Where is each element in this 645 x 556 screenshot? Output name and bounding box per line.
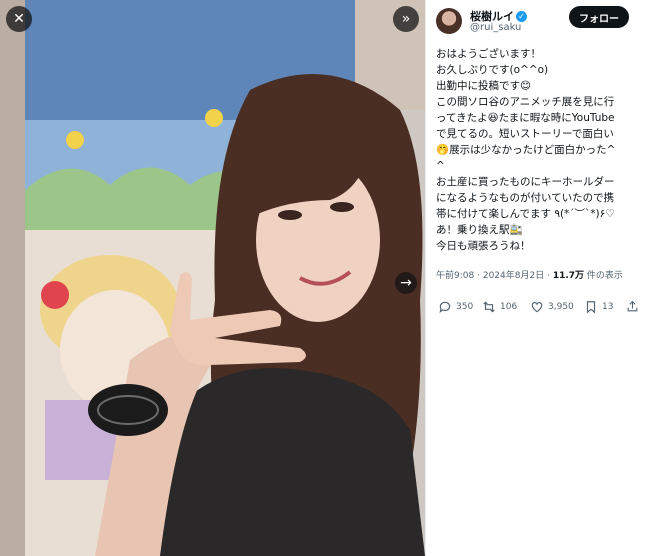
chevron-double-right-icon: » <box>401 11 411 27</box>
close-icon: ✕ <box>13 11 25 27</box>
post-header: 桜樹ルイ ✓ @rui_saku フォロー <box>436 6 641 42</box>
avatar[interactable] <box>436 8 462 34</box>
post-meta: 午前9:08 · 2024年8月2日 · 11.7万 件の表示 <box>436 271 623 281</box>
post-line: お土産に買ったものにキーホールダー <box>436 176 615 188</box>
share-button[interactable] <box>626 300 639 313</box>
view-label: 件の表示 <box>586 271 623 281</box>
repost-button[interactable]: 106 <box>482 300 517 314</box>
post-line: 出勤中に投稿です😊 <box>436 80 531 92</box>
reply-button[interactable]: 350 <box>438 300 473 314</box>
next-image-button[interactable]: → <box>395 272 417 294</box>
user-handle[interactable]: @rui_saku <box>470 22 521 33</box>
post-line: この間ソロ谷のアニメッチ展を見に行 <box>436 96 615 108</box>
post-time[interactable]: 午前9:08 <box>436 271 474 281</box>
post-line: あ！乗り換え駅🚉 <box>436 224 523 236</box>
post-line: お久しぶりです(o^^o) <box>436 64 549 76</box>
like-button[interactable]: 3,950 <box>530 300 574 314</box>
post-line: おはようございます！ <box>436 48 541 60</box>
expand-button[interactable]: » <box>393 6 419 32</box>
heart-icon <box>531 302 543 313</box>
reply-icon <box>439 301 451 314</box>
bookmark-count: 13 <box>602 302 614 312</box>
repost-count: 106 <box>500 302 518 312</box>
post-detail-panel: 桜樹ルイ ✓ @rui_saku フォロー おはようございます！ お久しぶりです(… <box>425 0 645 556</box>
post-line: で見てるの。短いストーリーで面白い <box>436 128 614 140</box>
bookmark-button[interactable]: 13 <box>584 300 613 314</box>
post-line: 今日も頑張ろうね！ <box>436 240 531 252</box>
post-line: ってきたよ😆たまに暇な時にYouTube <box>436 112 615 124</box>
repost-icon <box>483 301 495 313</box>
arrow-right-icon: → <box>400 275 412 291</box>
post-date[interactable]: 2024年8月2日 <box>483 271 544 281</box>
close-button[interactable]: ✕ <box>6 6 32 32</box>
photo-illustration <box>0 0 425 556</box>
follow-button[interactable]: フォロー <box>569 6 629 28</box>
post-photo[interactable]: ✕ » → <box>0 0 425 556</box>
like-count: 3,950 <box>548 302 574 312</box>
post-line: ^ <box>436 160 445 172</box>
action-bar: 350 106 3,950 13 <box>438 300 638 320</box>
reply-count: 350 <box>456 302 474 312</box>
post-line: 🤭展示は少なかったけど面白かった^ <box>436 144 616 156</box>
verified-badge-icon: ✓ <box>516 11 527 22</box>
post-line: になるようなものが付いていたので携 <box>436 192 615 204</box>
bookmark-icon <box>586 301 596 314</box>
view-count: 11.7万 <box>552 271 585 281</box>
post-line: 帯に付けて楽しんでます ٩(*´︶`*)۶♡ <box>436 208 615 220</box>
post-text: おはようございます！ お久しぶりです(o^^o) 出勤中に投稿です😊 この間ソロ… <box>436 46 641 254</box>
share-icon <box>627 300 638 312</box>
